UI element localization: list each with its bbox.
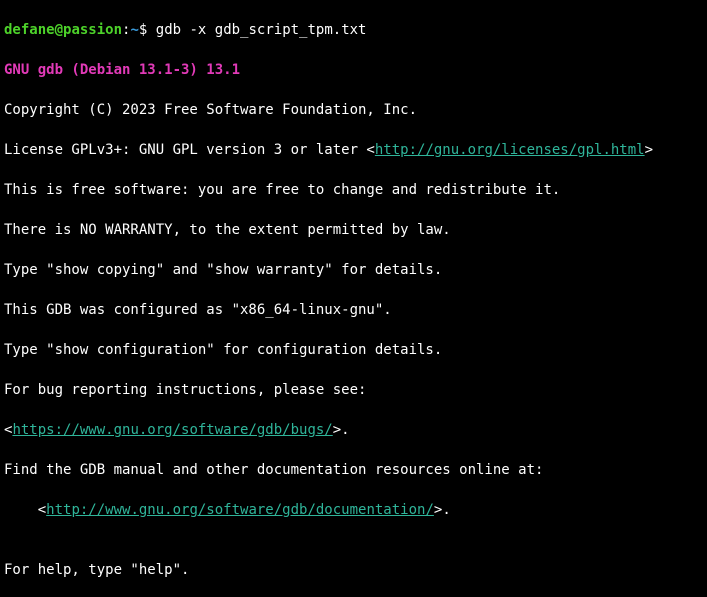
free-software-line-1: This is free software: you are free to c… <box>4 180 703 200</box>
show-copying-line: Type "show copying" and "show warranty" … <box>4 260 703 280</box>
doc-indent: < <box>4 502 46 518</box>
doc-url-link[interactable]: http://www.gnu.org/software/gdb/document… <box>46 502 434 518</box>
free-software-line-2: There is NO WARRANTY, to the extent perm… <box>4 220 703 240</box>
terminal-output[interactable]: defane@passion:~$ gdb -x gdb_script_tpm.… <box>0 0 707 597</box>
gdb-title: GNU gdb (Debian 13.1-3) 13.1 <box>4 60 703 80</box>
bugs-suffix: >. <box>333 422 350 438</box>
prompt-at: @ <box>55 22 63 38</box>
bug-report-line: For bug reporting instructions, please s… <box>4 380 703 400</box>
configured-line: This GDB was configured as "x86_64-linux… <box>4 300 703 320</box>
prompt-host: passion <box>63 22 122 38</box>
doc-suffix: >. <box>434 502 451 518</box>
prompt-user: defane <box>4 22 55 38</box>
bugs-url-link[interactable]: https://www.gnu.org/software/gdb/bugs/ <box>12 422 332 438</box>
help-line-1: For help, type "help". <box>4 560 703 580</box>
bugs-url-line: <https://www.gnu.org/software/gdb/bugs/>… <box>4 420 703 440</box>
prompt-dollar: $ <box>139 22 156 38</box>
prompt-path: ~ <box>130 22 138 38</box>
license-url-link[interactable]: http://gnu.org/licenses/gpl.html <box>375 142 645 158</box>
manual-line: Find the GDB manual and other documentat… <box>4 460 703 480</box>
copyright-line: Copyright (C) 2023 Free Software Foundat… <box>4 100 703 120</box>
show-configuration-line: Type "show configuration" for configurat… <box>4 340 703 360</box>
license-line: License GPLv3+: GNU GPL version 3 or lat… <box>4 140 703 160</box>
license-prefix: License GPLv3+: GNU GPL version 3 or lat… <box>4 142 375 158</box>
doc-url-line: <http://www.gnu.org/software/gdb/documen… <box>4 500 703 520</box>
prompt-line: defane@passion:~$ gdb -x gdb_script_tpm.… <box>4 20 703 40</box>
license-suffix: > <box>645 142 653 158</box>
typed-command: gdb -x gdb_script_tpm.txt <box>156 22 367 38</box>
